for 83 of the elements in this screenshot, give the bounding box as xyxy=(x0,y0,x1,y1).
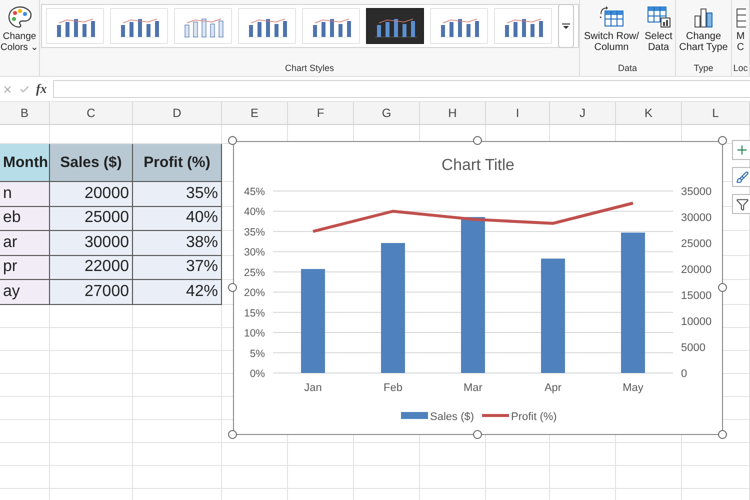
axis-label: 20% xyxy=(244,287,265,300)
group-label: Chart Styles xyxy=(284,63,334,75)
formula-input[interactable] xyxy=(52,80,750,98)
table-chart-icon xyxy=(646,6,670,28)
table-arrows-icon xyxy=(598,6,624,28)
category-label: May xyxy=(622,382,644,394)
axis-label: 5000 xyxy=(681,342,706,354)
brush-icon xyxy=(736,170,748,184)
axis-label: 25000 xyxy=(681,238,712,250)
table-cell: 37% xyxy=(186,258,218,276)
ribbon-button[interactable]: Select Data xyxy=(644,6,672,53)
category-label: Apr xyxy=(544,382,562,394)
table-cell: eb xyxy=(3,209,21,228)
axis-label: 35% xyxy=(244,226,265,238)
column-heading[interactable]: D xyxy=(133,102,222,124)
column-heading[interactable]: K xyxy=(616,102,682,124)
insert-function-button[interactable]: fx xyxy=(36,81,47,97)
axis-label: 35000 xyxy=(681,186,712,198)
group-label: Loc xyxy=(733,63,748,75)
chart-title: Chart Title xyxy=(442,157,514,174)
chart-filter-button[interactable] xyxy=(732,194,750,214)
category-label: Mar xyxy=(464,382,482,394)
axis-label: 25% xyxy=(244,266,265,279)
filter-icon xyxy=(736,198,748,210)
column-header: Month xyxy=(3,154,48,171)
axis-label: 10000 xyxy=(681,316,712,328)
column-heading[interactable]: F xyxy=(288,102,354,124)
group-label: Type xyxy=(694,63,714,75)
column-heading[interactable]: I xyxy=(486,102,550,124)
axis-label: 5% xyxy=(250,348,265,360)
axis-label: 0 xyxy=(681,368,688,380)
legend-label: Profit (%) xyxy=(511,411,557,423)
change-colors-button[interactable]: Change Colors ⌄ xyxy=(0,6,40,53)
column-heading[interactable]: C xyxy=(50,102,133,124)
chart-area[interactable]: Chart Title 0% 5% 10% 15% 20% 25% 30% 35% 40% 45% 0 5000 10000 15000 20000 25000 30000 35000 Jan Feb Mar Apr May Sales ($) Profit (%) xyxy=(233,141,723,435)
column-heading[interactable]: E xyxy=(222,102,288,124)
column-heading[interactable]: B xyxy=(0,102,50,124)
group-label: Data xyxy=(618,63,637,75)
chart-style-button[interactable] xyxy=(732,167,750,187)
bar-chart-icon xyxy=(694,6,714,28)
column-heading[interactable]: J xyxy=(550,102,616,124)
axis-label: 30% xyxy=(244,246,265,259)
table-cell: pr xyxy=(3,258,18,276)
table-cell: 30000 xyxy=(84,234,129,252)
ribbon-button[interactable]: M C xyxy=(736,6,746,53)
legend-label: Sales ($) xyxy=(430,411,474,423)
table-cell: ay xyxy=(3,282,20,301)
axis-label: 30000 xyxy=(681,212,712,224)
column-heading[interactable]: H xyxy=(420,102,486,124)
ribbon-button[interactable]: Switch Row/ Column xyxy=(582,6,640,53)
plus-icon xyxy=(735,143,749,157)
axis-label: 10% xyxy=(244,328,265,340)
table-cell: ar xyxy=(3,234,18,252)
table-cell: 38% xyxy=(186,234,218,252)
axis-label: 40% xyxy=(244,206,265,218)
more-icon xyxy=(562,23,570,29)
ribbon-button[interactable]: Change Chart Type xyxy=(676,6,730,53)
chart-style-thumbnail[interactable] xyxy=(366,8,424,44)
axis-label: 0% xyxy=(250,368,265,380)
table-cell: 25000 xyxy=(84,209,129,228)
column-header: Sales ($) xyxy=(60,154,122,171)
column-heading[interactable]: L xyxy=(682,102,750,124)
column-heading[interactable]: G xyxy=(354,102,420,124)
add-element-button[interactable] xyxy=(732,140,750,160)
legend-swatch xyxy=(482,414,509,417)
column-header: Profit (%) xyxy=(144,154,210,171)
axis-label: 20000 xyxy=(681,264,712,276)
palette-icon xyxy=(8,6,32,28)
category-label: Jan xyxy=(304,382,322,394)
sheet-icon xyxy=(736,6,746,28)
table-cell: 27000 xyxy=(84,282,129,301)
more-styles-button[interactable] xyxy=(558,4,574,48)
axis-label: 45% xyxy=(244,186,265,198)
axis-label: 15% xyxy=(244,307,265,320)
table-cell: 42% xyxy=(186,282,218,301)
legend-swatch xyxy=(401,412,428,419)
table-cell: n xyxy=(3,184,12,203)
table-cell: 22000 xyxy=(84,258,129,276)
axis-label: 15000 xyxy=(681,290,712,302)
category-label: Feb xyxy=(384,382,402,394)
table-cell: 40% xyxy=(186,209,218,228)
table-cell: 35% xyxy=(186,184,218,203)
table-cell: 20000 xyxy=(84,184,129,203)
